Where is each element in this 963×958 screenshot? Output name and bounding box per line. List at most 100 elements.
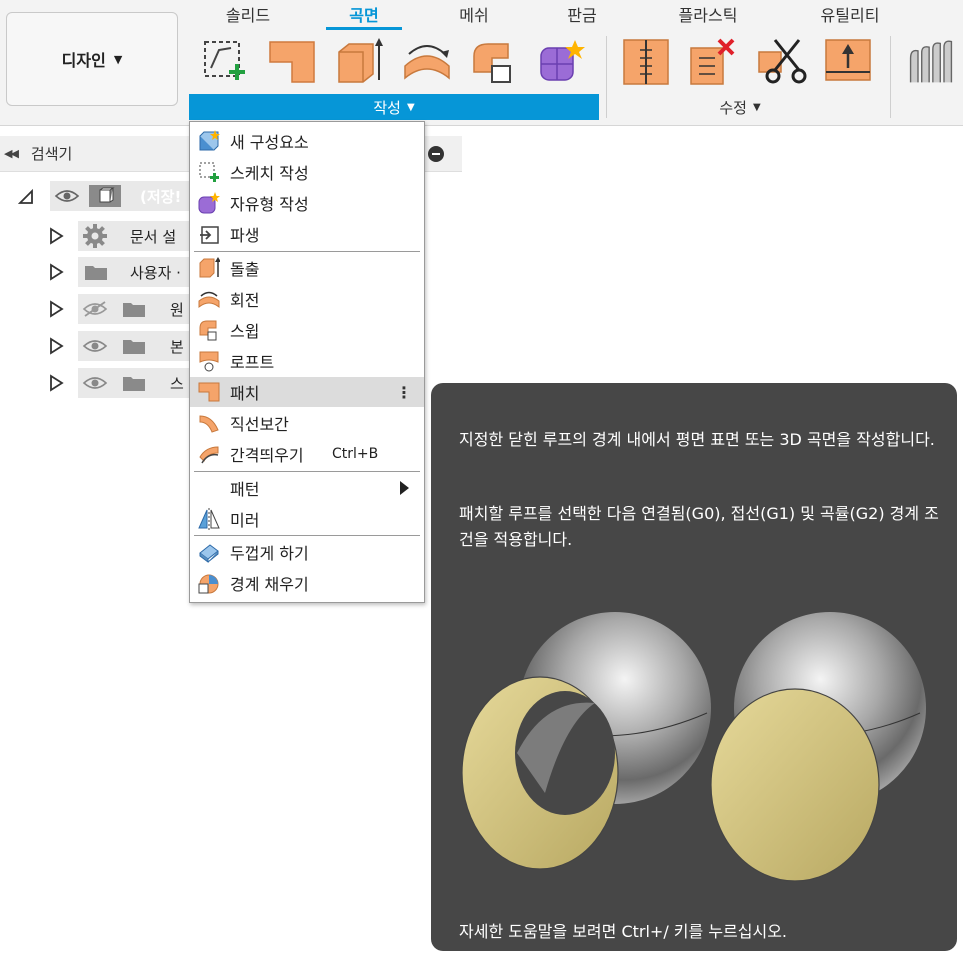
menu-item-create-form[interactable]: 자유형 작성: [190, 188, 424, 218]
split-face-icon: [623, 39, 669, 85]
menu-item-offset[interactable]: 간격띄우기 Ctrl+B: [190, 439, 424, 469]
menu-item-label: 새 구성요소: [230, 133, 309, 152]
collapse-all-button[interactable]: [428, 146, 444, 162]
tab-surface[interactable]: 곡면: [338, 2, 390, 26]
menu-item-label: 스윕: [230, 322, 260, 341]
folder-icon: [123, 340, 145, 354]
collapsed-triangle-icon[interactable]: [48, 300, 64, 318]
extrude-tool[interactable]: [333, 36, 385, 88]
menu-item-label: 자유형 작성: [230, 195, 309, 214]
tree-item-label: 본: [170, 338, 184, 356]
form-icon: [540, 40, 585, 81]
delete-tool[interactable]: [687, 36, 739, 88]
tab-plastic[interactable]: 플라스틱: [668, 2, 748, 26]
delete-icon: [690, 38, 735, 85]
collapse-icon[interactable]: ◀◀: [4, 147, 19, 160]
sketch-create-tool[interactable]: [199, 36, 251, 88]
patch-illustration-image: [461, 612, 926, 882]
eye-hidden-icon[interactable]: [82, 301, 108, 317]
offset-face-icon: [825, 39, 871, 81]
form-tool[interactable]: [535, 36, 587, 88]
sweep-tool[interactable]: [468, 36, 520, 88]
assemble-icon: [909, 40, 953, 83]
menu-item-sweep[interactable]: 스윕: [190, 315, 424, 345]
expanded-triangle-icon[interactable]: [18, 187, 34, 205]
tree-row[interactable]: 문서 설: [0, 221, 200, 251]
menu-item-derive[interactable]: 파생: [190, 219, 424, 249]
menu-item-label: 간격띄우기: [230, 446, 304, 465]
eye-icon[interactable]: [82, 338, 108, 354]
menu-item-label: 로프트: [230, 353, 275, 372]
menu-item-label: 돌출: [230, 260, 260, 279]
chevron-down-icon: ▼: [752, 101, 761, 113]
ribbon-toolbar: 디자인 ▼ 솔리드 곡면 메쉬 판금 플라스틱 유틸리티 작성 ▼ 수정 ▼: [0, 0, 963, 126]
more-options-icon[interactable]: ⋮: [396, 383, 412, 402]
menu-item-create-sketch[interactable]: 스케치 작성: [190, 157, 424, 187]
modify-menu-button[interactable]: 수정 ▼: [690, 94, 790, 120]
tree-item-label: 문서 설: [130, 228, 177, 246]
menu-item-extrude[interactable]: 돌출: [190, 253, 424, 283]
collapsed-triangle-icon[interactable]: [48, 374, 64, 392]
tree-row[interactable]: 사용자 ·: [0, 257, 200, 287]
tooltip-description: 지정한 닫힌 루프의 경계 내에서 평면 표면 또는 3D 곡면을 작성합니다.: [459, 430, 935, 449]
tree-root-row[interactable]: (저장!: [0, 181, 200, 211]
revolve-icon: [404, 45, 450, 80]
menu-item-label: 두껍게 하기: [230, 544, 309, 563]
tab-mesh[interactable]: 메쉬: [452, 2, 496, 26]
tree-item-label: 원: [170, 301, 184, 319]
assemble-tool[interactable]: [903, 36, 959, 88]
menu-separator: [194, 471, 420, 472]
menu-item-label: 회전: [230, 291, 260, 310]
menu-item-loft[interactable]: 로프트: [190, 346, 424, 376]
sketch-create-icon: [199, 162, 219, 182]
menu-item-mirror[interactable]: 미러: [190, 504, 424, 534]
workspace-dropdown[interactable]: 디자인 ▼: [6, 12, 178, 106]
group-divider: [606, 36, 607, 118]
thicken-icon: [199, 544, 219, 563]
menu-item-patch[interactable]: 패치 ⋮: [190, 377, 424, 407]
offset-icon: [199, 446, 219, 464]
folder-icon: [85, 266, 107, 280]
eye-icon[interactable]: [82, 375, 108, 391]
loft-icon: [199, 351, 219, 372]
create-dropdown-menu: 새 구성요소 스케치 작성 자유형 작성 파생 돌출 회전 스윕 로프트 패치 …: [189, 121, 425, 603]
tab-utilities[interactable]: 유틸리티: [814, 2, 886, 26]
boundary-fill-icon: [198, 574, 219, 594]
folder-icon: [123, 303, 145, 317]
menu-item-label: 경계 채우기: [230, 575, 309, 594]
ruled-icon: [199, 415, 219, 433]
modify-group-label: 수정: [719, 98, 747, 117]
tab-solid[interactable]: 솔리드: [222, 2, 274, 26]
tree-row[interactable]: 본: [0, 331, 200, 361]
menu-item-ruled[interactable]: 직선보간: [190, 408, 424, 438]
create-menu-button[interactable]: 작성 ▼: [189, 94, 599, 120]
menu-item-label: 패턴: [230, 480, 260, 499]
browser-title: 검색기: [30, 145, 73, 163]
chevron-down-icon: ▼: [113, 52, 123, 66]
collapsed-triangle-icon[interactable]: [48, 227, 64, 245]
tree-row[interactable]: 스: [0, 368, 200, 398]
offset-face-tool[interactable]: [822, 36, 874, 88]
patch-tool[interactable]: [266, 36, 318, 88]
tree-row[interactable]: 원: [0, 294, 200, 324]
revolve-icon: [198, 291, 220, 309]
patch-icon: [269, 41, 315, 83]
revolve-tool[interactable]: [401, 36, 453, 88]
split-face-tool[interactable]: [620, 36, 672, 88]
group-divider: [890, 36, 891, 118]
menu-item-label: 미러: [230, 511, 260, 530]
menu-item-revolve[interactable]: 회전: [190, 284, 424, 314]
menu-item-pattern[interactable]: 패턴: [190, 473, 424, 503]
trim-tool[interactable]: [755, 36, 807, 88]
tree-item-label: 스: [170, 375, 184, 393]
menu-item-new-component[interactable]: 새 구성요소: [190, 126, 424, 156]
menu-item-thicken[interactable]: 두껍게 하기: [190, 537, 424, 567]
tab-sheet-metal[interactable]: 판금: [560, 2, 604, 26]
menu-separator: [194, 251, 420, 252]
collapsed-triangle-icon[interactable]: [48, 337, 64, 355]
eye-icon[interactable]: [54, 188, 80, 204]
collapsed-triangle-icon[interactable]: [48, 263, 64, 281]
scissors-icon: [758, 39, 807, 84]
menu-item-boundary-fill[interactable]: 경계 채우기: [190, 568, 424, 598]
create-group-label: 작성: [373, 98, 401, 117]
